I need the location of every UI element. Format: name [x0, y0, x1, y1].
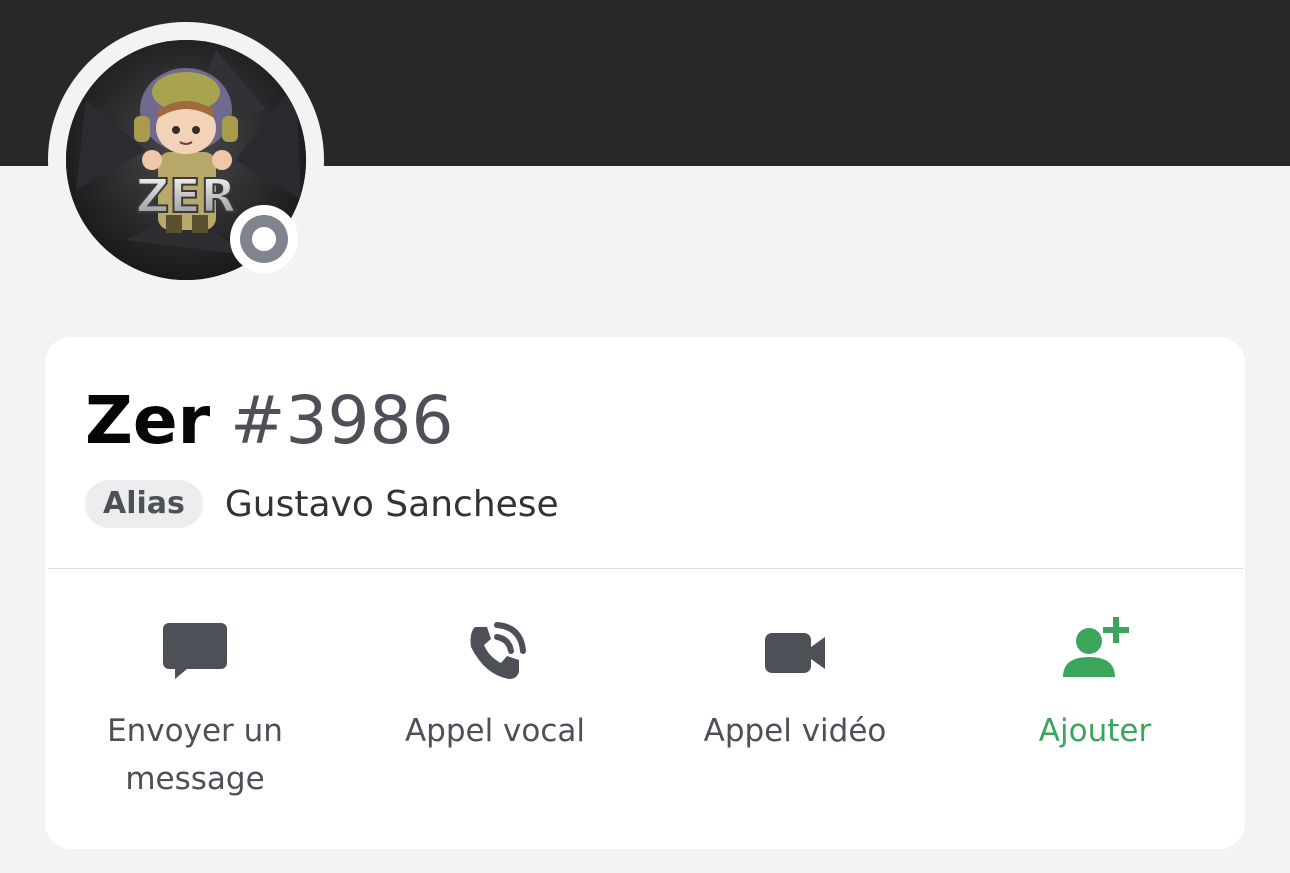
- alias-badge: Alias: [85, 480, 203, 528]
- phone-call-icon: [470, 622, 526, 679]
- send-message-label: Envoyer un message: [107, 713, 283, 797]
- action-bar: Envoyer un message Appel vocal Appel vid…: [45, 569, 1245, 849]
- video-call-label: Appel vidéo: [703, 713, 887, 749]
- offline-status-icon: [240, 215, 288, 263]
- profile-name-row: Zer #3986: [85, 383, 453, 459]
- username: Zer: [85, 382, 211, 459]
- video-call-button[interactable]: Appel vidéo: [645, 617, 945, 755]
- alias-row: Alias Gustavo Sanchese: [85, 480, 559, 528]
- add-friend-label: Ajouter: [1038, 713, 1152, 749]
- send-message-button[interactable]: Envoyer un message: [45, 617, 345, 803]
- message-icon: [163, 623, 227, 679]
- alias-value[interactable]: Gustavo Sanchese: [225, 484, 559, 525]
- discriminator: #3986: [230, 382, 454, 459]
- voice-call-button[interactable]: Appel vocal: [345, 617, 645, 755]
- video-camera-icon: [765, 633, 825, 673]
- add-friend-icon: [1063, 617, 1129, 677]
- profile-card: Zer #3986 Alias Gustavo Sanchese Envoyer u…: [45, 337, 1245, 849]
- status-indicator: [230, 205, 298, 273]
- avatar-text: ZER: [136, 169, 236, 223]
- add-friend-button[interactable]: Ajouter: [945, 617, 1245, 755]
- voice-call-label: Appel vocal: [404, 713, 586, 749]
